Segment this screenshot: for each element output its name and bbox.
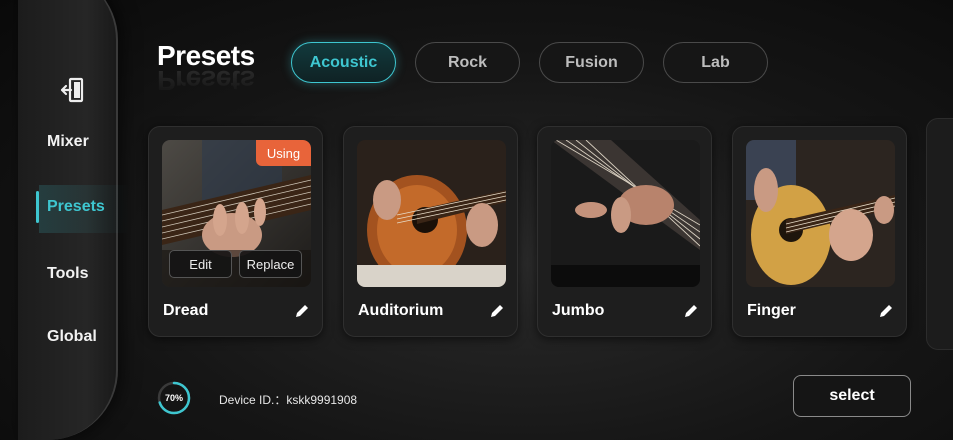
app-window: Mixer Presets Tools Global Presets Prese… [0,0,953,440]
preset-card-jumbo[interactable]: Jumbo [537,126,712,337]
exit-door-icon[interactable] [60,77,86,103]
preset-card-finger[interactable]: Finger [732,126,907,337]
select-button[interactable]: select [793,375,911,417]
tab-rock[interactable]: Rock [415,42,520,83]
preset-card-dread[interactable]: Using Edit Replace Dread [148,126,323,337]
pencil-icon[interactable] [489,303,505,319]
progress-label: 70% [164,393,183,403]
edit-button[interactable]: Edit [169,250,232,278]
replace-button[interactable]: Replace [239,250,302,278]
device-id: Device ID.：kskk9991908 [219,393,358,407]
fingerstyle-guitar-photo [746,140,895,287]
pencil-icon[interactable] [294,303,310,319]
sidebar-item-presets[interactable]: Presets [47,198,105,216]
preset-name: Jumbo [552,302,605,319]
pencil-icon[interactable] [878,303,894,319]
guitar-strumming-photo [357,140,506,287]
tab-acoustic[interactable]: Acoustic [291,42,396,83]
tab-lab[interactable]: Lab [663,42,768,83]
guitar-fretting-photo: Using Edit Replace [162,140,311,287]
using-badge: Using [256,140,311,166]
preset-name: Auditorium [358,302,444,319]
page-title-reflection: Presets [157,65,255,96]
guitar-neck-closeup-photo [551,140,700,287]
pencil-icon[interactable] [683,303,699,319]
tab-fusion[interactable]: Fusion [539,42,644,83]
preset-name: Finger [747,302,796,319]
sidebar-item-tools[interactable]: Tools [47,265,88,283]
preset-card-partial[interactable] [926,118,953,350]
nav-active-indicator [36,191,39,223]
preset-card-auditorium[interactable]: Auditorium [343,126,518,337]
sidebar-item-global[interactable]: Global [47,328,97,346]
preset-name: Dread [163,302,209,319]
sidebar-item-mixer[interactable]: Mixer [47,133,89,151]
